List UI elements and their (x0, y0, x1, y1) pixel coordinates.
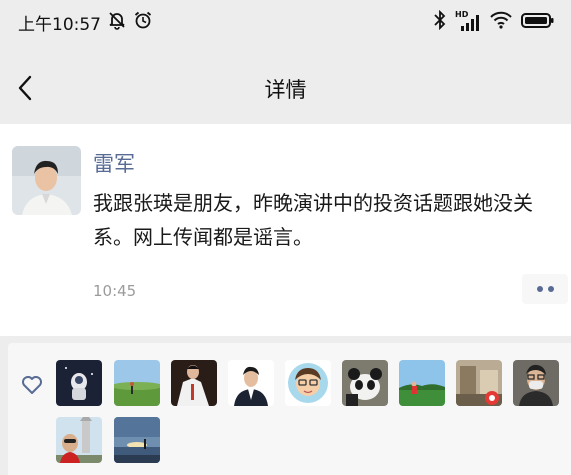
chevron-left-icon (18, 75, 32, 101)
liker-avatar[interactable] (513, 360, 559, 406)
moment-post: 雷军 我跟张瑛是朋友，昨晚演讲中的投资话题跟她没关系。网上传闻都是谣言。 10:… (0, 124, 571, 336)
page-title: 详情 (264, 78, 307, 102)
liker-avatar[interactable] (56, 360, 102, 406)
liker-avatar[interactable] (228, 360, 274, 406)
wifi-icon (489, 10, 513, 34)
post-time: 10:45 (93, 282, 137, 300)
liker-avatar[interactable] (399, 360, 445, 406)
liker-avatar[interactable] (285, 360, 331, 406)
status-bar: 上午10:57 HD (0, 0, 571, 44)
author-avatar[interactable] (12, 146, 81, 215)
liker-avatar[interactable] (456, 360, 502, 406)
more-actions-button[interactable] (522, 274, 568, 304)
liker-avatar[interactable] (342, 360, 388, 406)
bluetooth-icon (433, 9, 447, 34)
dot-icon (536, 286, 543, 292)
post-text: 我跟张瑛是朋友，昨晚演讲中的投资话题跟她没关系。网上传闻都是谣言。 (93, 191, 533, 249)
liker-avatar[interactable] (171, 360, 217, 406)
liker-avatar[interactable] (56, 417, 102, 463)
liker-avatar[interactable] (114, 417, 160, 463)
heart-icon (20, 373, 44, 397)
author-name[interactable]: 雷军 (93, 148, 135, 178)
signal-icon: HD (455, 10, 481, 32)
back-button[interactable] (8, 71, 42, 105)
liker-avatar[interactable] (114, 360, 160, 406)
likes-section (8, 343, 571, 475)
nav-bar: 详情 (0, 60, 571, 118)
bell-off-icon (107, 10, 127, 35)
dot-icon (547, 286, 554, 292)
status-time: 上午10:57 (18, 14, 101, 35)
alarm-icon (133, 10, 153, 35)
battery-icon (521, 10, 555, 34)
